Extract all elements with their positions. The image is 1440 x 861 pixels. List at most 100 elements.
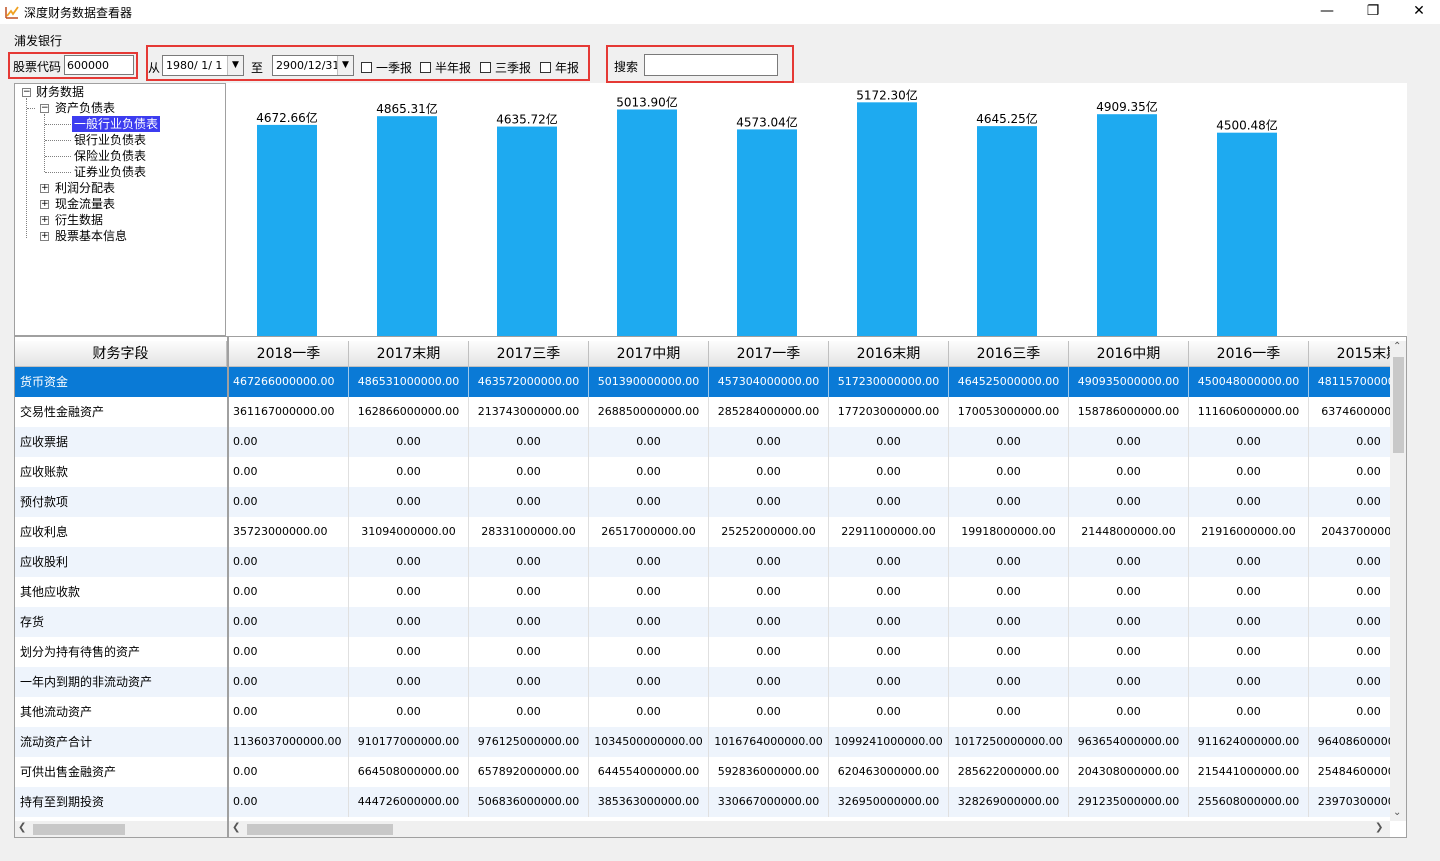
vertical-scrollbar[interactable]: ⌃ ⌄ [1390,341,1406,821]
chart-data-label: 4645.25亿 [976,111,1038,126]
table-row[interactable]: 35723000000.00 31094000000.00 28331000000.… [229,517,1406,547]
tree-line [45,124,71,125]
table-cell: 0.00 [229,757,349,787]
minimize-button[interactable]: — [1304,0,1350,24]
table-cell: 0.00 [469,667,589,697]
checkbox-q3-report[interactable]: 三季报 [480,59,531,75]
field-row[interactable]: 应收票据 [15,427,227,457]
checkbox-annual-report[interactable]: 年报 [540,59,579,75]
collapse-icon[interactable]: − [40,104,49,113]
field-horizontal-scrollbar[interactable]: ❮ [15,821,227,837]
tree-item-securities-balance[interactable]: 证券业负债表 [74,164,146,180]
checkbox-label: 半年报 [435,61,472,75]
column-header[interactable]: 2017一季 [709,341,829,367]
tree-item-cashflow[interactable]: 现金流量表 [55,196,115,212]
table-row[interactable]: 0.00 0.00 0.00 0.00 0.00 0.00 0.00 0.00 0.00 0.00 [229,637,1390,667]
tree-item-general-balance[interactable]: 一般行业负债表 [72,116,161,132]
tree-item-derived[interactable]: 衍生数据 [55,212,103,228]
expand-icon[interactable]: + [40,200,49,209]
table-row[interactable]: 0.00 0.00 0.00 0.00 0.00 0.00 0.00 0.00 0.00 0.00 [229,457,1390,487]
table-cell: 22911000000.00 [829,517,949,547]
tree-item-financial-data[interactable]: 财务数据 [36,84,84,100]
field-row[interactable]: 流动资产合计 [15,727,227,757]
table-row[interactable]: 0.00 0.00 0.00 0.00 0.00 0.00 0.00 0.00 0.00 0.00 [229,697,1390,727]
table-row[interactable]: 1136037000000.00 910177000000.00 976125000… [229,727,1406,757]
table-row[interactable]: 0.00 0.00 0.00 0.00 0.00 0.00 0.00 0.00 0.00 0.00 [229,487,1390,517]
expand-icon[interactable]: + [40,232,49,241]
chart-bar [977,126,1037,336]
table-row[interactable]: 467266000000.00 486531000000.00 4635720000… [229,367,1406,397]
close-button[interactable]: ✕ [1396,0,1440,24]
table-cell: 0.00 [949,457,1069,487]
field-row[interactable]: 应收利息 [15,517,227,547]
collapse-icon[interactable]: − [22,88,31,97]
table-cell: 0.00 [229,697,349,727]
tree-item-balance-sheet[interactable]: 资产负债表 [55,100,115,116]
field-row[interactable]: 交易性金融资产 [15,397,227,427]
table-row[interactable]: 0.00 664508000000.00 657892000000.00 644554… [229,757,1406,787]
scroll-down-icon[interactable]: ⌄ [1393,807,1401,818]
field-row[interactable]: 其他应收款 [15,577,227,607]
scroll-left-icon[interactable]: ❮ [18,822,26,833]
tree-item-bank-balance[interactable]: 银行业负债表 [74,132,146,148]
from-label: 从 [148,61,161,75]
column-header[interactable]: 2016三季 [949,341,1069,367]
column-header[interactable]: 2016一季 [1189,341,1309,367]
checkbox-box[interactable] [361,62,372,73]
tree-item-profit[interactable]: 利润分配表 [55,180,115,196]
column-header[interactable]: 2017中期 [589,341,709,367]
checkbox-box[interactable] [480,62,491,73]
expand-icon[interactable]: + [40,216,49,225]
data-horizontal-scrollbar[interactable]: ❮ ❯ [229,821,1390,837]
field-column-header[interactable]: 财务字段 [15,341,227,367]
column-header[interactable]: 2018一季 [229,341,349,367]
table-row[interactable]: 0.00 0.00 0.00 0.00 0.00 0.00 0.00 0.00 0.00 0.00 [229,427,1390,457]
restore-button[interactable]: ❐ [1350,0,1396,24]
field-row[interactable]: 可供出售金融资产 [15,757,227,787]
column-header[interactable]: 2016中期 [1069,341,1189,367]
checkbox-box[interactable] [420,62,431,73]
field-row[interactable]: 应收股利 [15,547,227,577]
expand-icon[interactable]: + [40,184,49,193]
table-cell: 0.00 [349,547,469,577]
search-input[interactable] [644,54,778,76]
table-cell: 26517000000.00 [589,517,709,547]
table-row[interactable]: 0.00 0.00 0.00 0.00 0.00 0.00 0.00 0.00 0.00 0.00 [229,607,1390,637]
scroll-thumb[interactable] [1393,357,1404,453]
scroll-left-icon[interactable]: ❮ [232,822,240,833]
field-row[interactable]: 其他流动资产 [15,697,227,727]
scroll-thumb[interactable] [247,824,393,835]
column-header[interactable]: 2017末期 [349,341,469,367]
checkbox-box[interactable] [540,62,551,73]
column-header[interactable]: 2017三季 [469,341,589,367]
chevron-down-icon[interactable]: ▼ [227,56,243,75]
field-row[interactable]: 预付款项 [15,487,227,517]
field-row[interactable]: 持有至到期投资 [15,787,227,817]
stock-code-input[interactable] [64,55,134,75]
field-row[interactable]: 划分为持有待售的资产 [15,637,227,667]
table-row[interactable]: 0.00 0.00 0.00 0.00 0.00 0.00 0.00 0.00 0.00 0.00 [229,577,1390,607]
field-row[interactable]: 存货 [15,607,227,637]
from-date-picker[interactable]: 1980/ 1/ 1 ▼ [162,55,244,76]
checkbox-q1-report[interactable]: 一季报 [361,59,412,75]
chart-data-label: 4573.04亿 [736,114,798,129]
checkbox-half-year-report[interactable]: 半年报 [420,59,472,75]
column-header[interactable]: 2016末期 [829,341,949,367]
table-row[interactable]: 0.00 0.00 0.00 0.00 0.00 0.00 0.00 0.00 0.00 0.00 [229,667,1390,697]
tree-item-stock-info[interactable]: 股票基本信息 [55,228,127,244]
scroll-right-icon[interactable]: ❯ [1375,822,1383,833]
to-date-picker[interactable]: 2900/12/31 ▼ [272,55,354,76]
table-row[interactable]: 0.00 444726000000.00 506836000000.00 385363… [229,787,1406,817]
field-name: 应收账款 [20,465,69,479]
field-row[interactable]: 一年内到期的非流动资产 [15,667,227,697]
table-cell: 457304000000.00 [709,367,829,397]
scroll-thumb[interactable] [33,824,125,835]
field-row[interactable]: 货币资金 [15,367,227,397]
table-row[interactable]: 361167000000.00 162866000000.00 2137430000… [229,397,1406,427]
table-cell: 204308000000.00 [1069,757,1189,787]
table-row[interactable]: 0.00 0.00 0.00 0.00 0.00 0.00 0.00 0.00 0.00 0.00 [229,547,1390,577]
field-row[interactable]: 应收账款 [15,457,227,487]
chevron-down-icon[interactable]: ▼ [337,56,353,75]
scroll-up-icon[interactable]: ⌃ [1393,341,1401,352]
tree-item-insurance-balance[interactable]: 保险业负债表 [74,148,146,164]
